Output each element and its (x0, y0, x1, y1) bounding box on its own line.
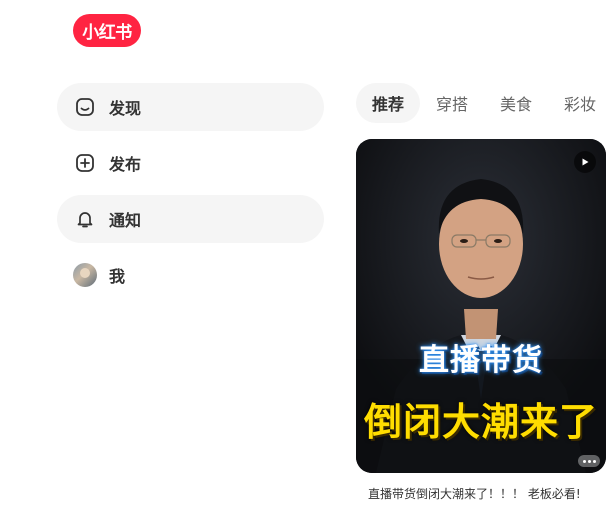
plus-square-icon (73, 151, 97, 175)
sidebar-item-label: 发布 (109, 155, 142, 174)
avatar (73, 263, 97, 287)
channel-tabs: 推荐 穿搭 美食 彩妆 (356, 83, 612, 123)
play-icon (574, 151, 596, 173)
cover-headline: 直播带货 (419, 343, 543, 378)
tab-food[interactable]: 美食 (484, 83, 548, 123)
bell-icon (73, 207, 97, 231)
sidebar-item-discover[interactable]: 发现 (57, 83, 324, 131)
sidebar-item-label: 通知 (109, 211, 142, 230)
more-options-icon[interactable] (578, 455, 600, 467)
sidebar-item-me[interactable]: 我 (57, 251, 324, 299)
sidebar-item-label: 发现 (109, 99, 142, 118)
home-icon (73, 95, 97, 119)
sidebar-item-publish[interactable]: 发布 (57, 139, 324, 187)
sidebar-item-notifications[interactable]: 通知 (57, 195, 324, 243)
tab-makeup[interactable]: 彩妆 (548, 83, 612, 123)
tab-outfits[interactable]: 穿搭 (420, 83, 484, 123)
cover-subheadline: 倒闭大潮来了 (363, 400, 598, 444)
sidebar-item-label: 我 (109, 267, 126, 286)
feed-card[interactable]: 直播带货 倒闭大潮来了 (356, 139, 606, 473)
tab-recommend[interactable]: 推荐 (356, 83, 421, 123)
avatar-wrapper (73, 263, 97, 287)
note-title[interactable]: 直播带货倒闭大潮来了！！！ 老板必看! (368, 484, 603, 504)
xiaohongshu-logo[interactable]: 小红书 (73, 14, 141, 47)
